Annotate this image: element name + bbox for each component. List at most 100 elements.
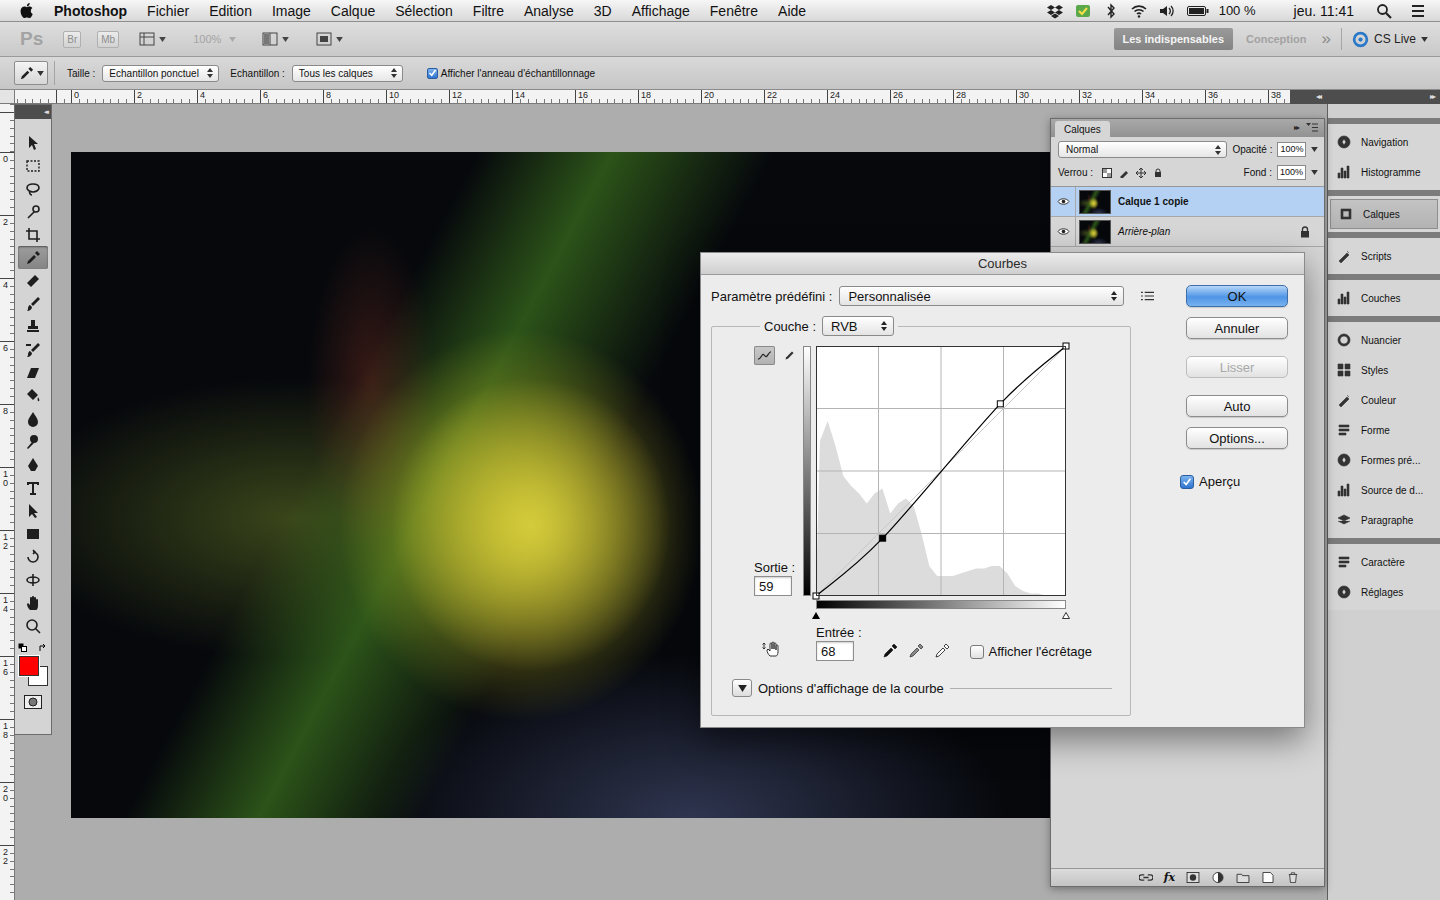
opacity-field[interactable]: 100% [1277,142,1306,157]
sync-app-icon[interactable] [1075,3,1091,19]
dock-item[interactable]: Forme [1328,415,1440,445]
tool-preset-picker[interactable] [14,61,48,85]
tool-button[interactable] [18,154,48,177]
menu-item[interactable]: Fenêtre [710,3,758,19]
tool-button[interactable] [18,292,48,315]
layers-tab[interactable]: Calques [1055,121,1110,137]
tool-button[interactable] [18,338,48,361]
default-colors-icon[interactable] [18,643,28,653]
battery-icon[interactable] [1187,5,1209,17]
bluetooth-icon[interactable] [1103,3,1119,19]
foreground-color-swatch[interactable] [19,656,39,676]
tool-button[interactable] [18,177,48,200]
spotlight-search-icon[interactable] [1376,3,1392,19]
dock-item[interactable]: Source de d... [1328,475,1440,505]
black-point-eyedropper-icon[interactable] [882,643,898,659]
dock-item[interactable]: Couleur [1328,385,1440,415]
lock-position-icon[interactable] [1136,168,1146,178]
wifi-icon[interactable] [1131,3,1147,19]
preset-options-icon[interactable] [1141,291,1154,301]
edit-mode-button[interactable] [779,346,800,365]
tool-button[interactable] [18,223,48,246]
dialog-button[interactable]: Annuler [1186,317,1288,339]
tools-panel-header[interactable]: ◂◂ [15,105,51,119]
cs-live-button[interactable]: CS Live [1352,31,1428,48]
tool-button[interactable] [18,522,48,545]
checkbox[interactable] [970,645,984,659]
dock-item[interactable]: Réglages [1328,577,1440,607]
dialog-button[interactable]: OK [1186,285,1288,307]
app-menu[interactable]: Photoshop [54,3,127,19]
visibility-toggle[interactable] [1051,187,1076,216]
curve-chart[interactable] [816,346,1066,596]
tool-button[interactable] [18,499,48,522]
more-workspaces-button[interactable]: » [1322,29,1331,49]
dialog-button[interactable]: Options... [1186,427,1288,449]
caret-icon[interactable] [1311,147,1318,152]
mini-bridge-button[interactable]: Mb [97,31,119,48]
sample-size-dropdown[interactable]: Echantillon ponctuel [102,65,219,82]
layer-row[interactable]: Calque 1 copie [1051,187,1324,217]
white-point-slider-icon[interactable] [1062,612,1070,619]
lock-transparency-icon[interactable] [1102,168,1112,178]
vertical-ruler[interactable]: 0246810121416182022 [0,104,15,900]
curve-point[interactable] [880,535,886,541]
expand-dock-button[interactable]: ▸▸ [1430,93,1434,101]
tool-button[interactable] [18,246,48,269]
curve-graph[interactable] [816,346,1066,596]
channel-dropdown[interactable]: RVB [822,316,894,336]
trash-icon[interactable] [1286,872,1300,883]
collapse-tools-button[interactable]: ◂◂ [44,109,47,116]
menu-item[interactable]: Affichage [632,3,690,19]
lock-pixels-icon[interactable] [1119,168,1129,178]
adjustment-layer-icon[interactable] [1211,872,1225,883]
on-image-adjustment-icon[interactable] [762,641,782,657]
menu-item[interactable]: Image [272,3,311,19]
dock-item[interactable]: Navigation [1328,127,1440,157]
clock[interactable]: jeu. 11:41 [1294,3,1354,19]
dock-item[interactable]: Scripts [1328,241,1440,271]
add-mask-icon[interactable] [1186,872,1200,883]
dropbox-icon[interactable] [1047,3,1063,19]
link-layers-icon[interactable] [1139,872,1153,883]
swap-colors-icon[interactable] [38,643,48,653]
horizontal-ruler[interactable]: 02468101214161820222426283032343638 [15,90,1290,104]
layer-style-button[interactable]: fx [1164,872,1175,883]
zoom-level-field[interactable]: 100% [189,31,240,47]
tool-button[interactable] [18,361,48,384]
show-clipping-checkbox[interactable]: Afficher l'écrêtage [970,644,1092,661]
checkbox[interactable] [427,68,438,79]
menu-item[interactable]: Filtre [473,3,504,19]
dock-item[interactable]: Formes pré... [1328,445,1440,475]
curve-point[interactable] [997,401,1003,407]
screen-mode-button[interactable] [312,29,346,49]
menu-item[interactable]: Edition [209,3,252,19]
notification-list-icon[interactable] [1410,3,1426,19]
tool-button[interactable] [18,131,48,154]
disclosure-button[interactable] [732,679,752,697]
collapse-panel-button[interactable]: ▸▸ [1294,124,1298,132]
tool-button[interactable] [18,269,48,292]
gray-point-eyedropper-icon[interactable] [908,643,924,659]
new-group-icon[interactable] [1236,872,1250,883]
white-point-eyedropper-icon[interactable] [934,643,950,659]
view-extras-button[interactable] [135,29,169,49]
tool-button[interactable] [18,568,48,591]
preview-checkbox[interactable]: Aperçu [1180,474,1288,491]
blend-mode-dropdown[interactable]: Normal [1058,141,1227,158]
dock-item[interactable]: Nuancier [1328,325,1440,355]
curve-line[interactable] [816,346,1066,596]
lock-all-icon[interactable] [1153,168,1163,178]
caret-icon[interactable] [1311,170,1318,175]
menu-item[interactable]: Sélection [395,3,453,19]
input-field[interactable]: 68 [816,641,854,661]
output-field[interactable]: 59 [754,576,792,596]
dock-item[interactable]: Paragraphe [1328,505,1440,535]
collapse-dock-button[interactable]: ◂◂ [1316,93,1320,101]
edit-mode-button[interactable] [754,346,775,365]
visibility-toggle[interactable] [1051,217,1076,246]
dock-item[interactable]: Couches [1328,283,1440,313]
layer-row[interactable]: Arrière-plan [1051,217,1324,247]
tool-button[interactable] [18,476,48,499]
tool-button[interactable] [18,315,48,338]
